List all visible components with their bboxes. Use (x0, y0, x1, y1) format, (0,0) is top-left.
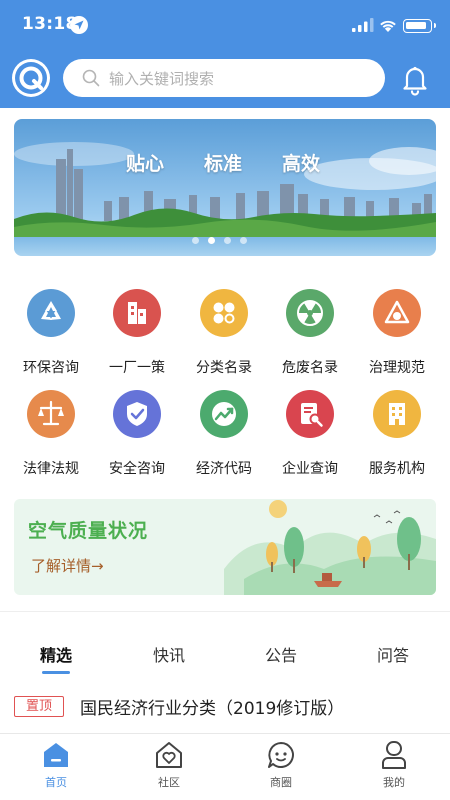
enterprise-search-icon (286, 390, 334, 438)
news-title[interactable]: 国民经济行业分类（2019修订版） (80, 694, 344, 719)
service-label: 治理规范 (369, 360, 425, 376)
tab-wenda[interactable]: 问答 (343, 642, 443, 666)
tab-jingxuan[interactable]: 精选 (6, 642, 106, 666)
landscape-illustration (224, 500, 436, 595)
news-list-item[interactable]: 置顶 国民经济行业分类（2019修订版） (14, 694, 436, 720)
shield-icon (113, 390, 161, 438)
bottom-nav: 首页 社区 商圈 我的 (0, 733, 450, 800)
promo-banner[interactable]: 贴心 标准 高效 (14, 119, 436, 256)
category-icon (200, 289, 248, 337)
service-item-fenlei[interactable]: 分类名录 (181, 289, 267, 389)
search-input[interactable]: 输入关键词搜索 (63, 59, 385, 97)
status-bar: 13:18 (0, 0, 450, 52)
trend-icon (200, 390, 248, 438)
home-icon (44, 743, 68, 767)
tab-kuaixun[interactable]: 快讯 (119, 642, 219, 666)
service-item-huanbao[interactable]: 环保咨询 (8, 289, 94, 389)
service-item-fuwu[interactable]: 服务机构 (354, 390, 440, 490)
nav-label: 我的 (383, 776, 405, 789)
service-item-yichang[interactable]: 一厂一策 (94, 289, 180, 389)
carousel-indicator (192, 237, 262, 245)
nav-label: 商圈 (270, 776, 292, 789)
chat-icon (268, 742, 294, 768)
profile-icon (382, 741, 406, 769)
banner-slogan: 贴心 (126, 153, 165, 175)
service-item-weifei[interactable]: 危废名录 (267, 289, 353, 389)
battery-icon (403, 19, 436, 33)
air-quality-link[interactable]: 了解详情→ (31, 555, 104, 576)
app-header: 13:18 输入关键词搜索 (0, 0, 450, 108)
service-label: 危废名录 (282, 360, 338, 376)
service-item-qiye[interactable]: 企业查询 (267, 390, 353, 490)
search-placeholder: 输入关键词搜索 (109, 70, 215, 88)
location-arrow-icon (70, 16, 88, 34)
service-item-anquan[interactable]: 安全咨询 (94, 390, 180, 490)
search-icon (82, 69, 100, 87)
carousel-dot-active[interactable] (208, 237, 215, 244)
service-label: 经济代码 (196, 461, 252, 477)
carousel-dot[interactable] (224, 237, 231, 244)
service-label: 法律法规 (23, 461, 79, 477)
nav-community[interactable]: 社区 (113, 734, 225, 800)
wifi-icon (380, 20, 396, 32)
nav-home[interactable]: 首页 (0, 734, 112, 800)
service-label: 安全咨询 (109, 461, 165, 477)
service-label: 一厂一策 (109, 360, 165, 376)
signal-icon (352, 18, 374, 32)
service-label: 服务机构 (369, 461, 425, 477)
service-label: 环保咨询 (23, 360, 79, 376)
bell-icon[interactable] (398, 62, 432, 96)
app-logo[interactable] (12, 59, 50, 97)
carousel-dot[interactable] (192, 237, 199, 244)
governance-icon (373, 289, 421, 337)
pinned-badge: 置顶 (14, 696, 64, 717)
tab-active-indicator (42, 671, 70, 674)
tab-gonggao[interactable]: 公告 (231, 642, 331, 666)
nav-label: 社区 (158, 776, 180, 789)
scales-icon (27, 390, 75, 438)
recycle-icon (27, 289, 75, 337)
building-icon (373, 390, 421, 438)
service-item-jingji[interactable]: 经济代码 (181, 390, 267, 490)
service-item-falv[interactable]: 法律法规 (8, 390, 94, 490)
city-skyline-illustration (14, 119, 436, 256)
air-quality-card[interactable]: 空气质量状况 了解详情→ (14, 499, 436, 595)
carousel-dot[interactable] (240, 237, 247, 244)
community-icon (156, 742, 182, 768)
factory-icon (113, 289, 161, 337)
hazard-icon (286, 289, 334, 337)
air-quality-title: 空气质量状况 (28, 520, 149, 542)
service-label: 企业查询 (282, 461, 338, 477)
banner-slogan: 高效 (282, 153, 321, 175)
banner-slogan: 标准 (204, 153, 243, 175)
service-label: 分类名录 (196, 360, 252, 376)
nav-profile[interactable]: 我的 (338, 734, 450, 800)
service-item-zhili[interactable]: 治理规范 (354, 289, 440, 389)
section-divider (0, 611, 450, 612)
nav-business[interactable]: 商圈 (225, 734, 337, 800)
nav-label: 首页 (45, 776, 67, 789)
